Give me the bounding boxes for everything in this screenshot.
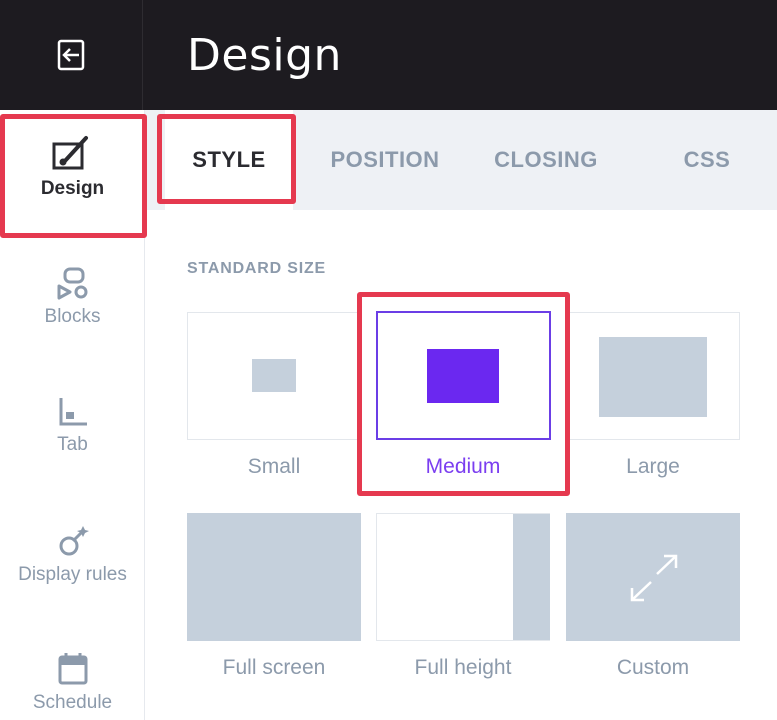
size-option-label: Custom bbox=[616, 656, 690, 679]
tab-position[interactable]: POSITION bbox=[315, 110, 455, 210]
size-option-label: Full height bbox=[414, 656, 512, 679]
sidebar-item-schedule[interactable]: Schedule bbox=[0, 652, 145, 714]
size-preview bbox=[427, 349, 499, 403]
display-rules-icon bbox=[59, 526, 89, 556]
blocks-icon bbox=[57, 267, 87, 300]
tab-style[interactable]: STYLE bbox=[165, 110, 293, 210]
size-option-label: Large bbox=[626, 455, 680, 478]
tab-css[interactable]: CSS bbox=[665, 110, 749, 210]
section-label: STANDARD SIZE bbox=[187, 260, 326, 277]
sidebar-item-display-rules[interactable]: Display rules bbox=[0, 524, 145, 586]
sidebar: Design Blocks Tab Display rules Schedule bbox=[0, 110, 145, 720]
sidebar-item-design[interactable]: Design bbox=[0, 134, 145, 200]
size-preview bbox=[252, 359, 296, 392]
size-option-medium[interactable] bbox=[376, 311, 551, 440]
size-option-large[interactable] bbox=[566, 312, 740, 440]
size-option-full-height[interactable] bbox=[376, 513, 550, 641]
page-title: Design bbox=[187, 30, 342, 81]
sidebar-item-blocks[interactable]: Blocks bbox=[0, 266, 145, 328]
sidebar-item-label: Tab bbox=[57, 434, 88, 455]
calendar-icon bbox=[58, 653, 87, 685]
size-option-label: Medium bbox=[425, 455, 501, 478]
top-bar: Design bbox=[0, 0, 777, 110]
size-option-full-screen[interactable] bbox=[187, 513, 361, 641]
size-option-small[interactable] bbox=[187, 312, 361, 440]
expand-icon bbox=[630, 554, 678, 602]
size-option-label: Full screen bbox=[222, 656, 326, 679]
exit-button[interactable] bbox=[0, 0, 143, 110]
sidebar-item-label: Blocks bbox=[44, 306, 101, 327]
brush-frame-icon bbox=[52, 136, 88, 170]
size-preview bbox=[599, 337, 707, 417]
sidebar-item-tab[interactable]: Tab bbox=[0, 394, 145, 456]
size-option-label: Small bbox=[247, 455, 301, 478]
exit-icon bbox=[57, 39, 85, 71]
tab-closing[interactable]: CLOSING bbox=[475, 110, 617, 210]
tab-icon bbox=[59, 398, 87, 426]
size-preview bbox=[513, 514, 550, 640]
tab-bar: STYLE POSITION CLOSING CSS bbox=[145, 110, 777, 210]
sidebar-item-label: Schedule bbox=[32, 692, 113, 713]
sidebar-item-label: Design bbox=[40, 178, 105, 199]
size-option-custom[interactable] bbox=[566, 513, 740, 641]
sidebar-item-label: Display rules bbox=[18, 564, 127, 585]
